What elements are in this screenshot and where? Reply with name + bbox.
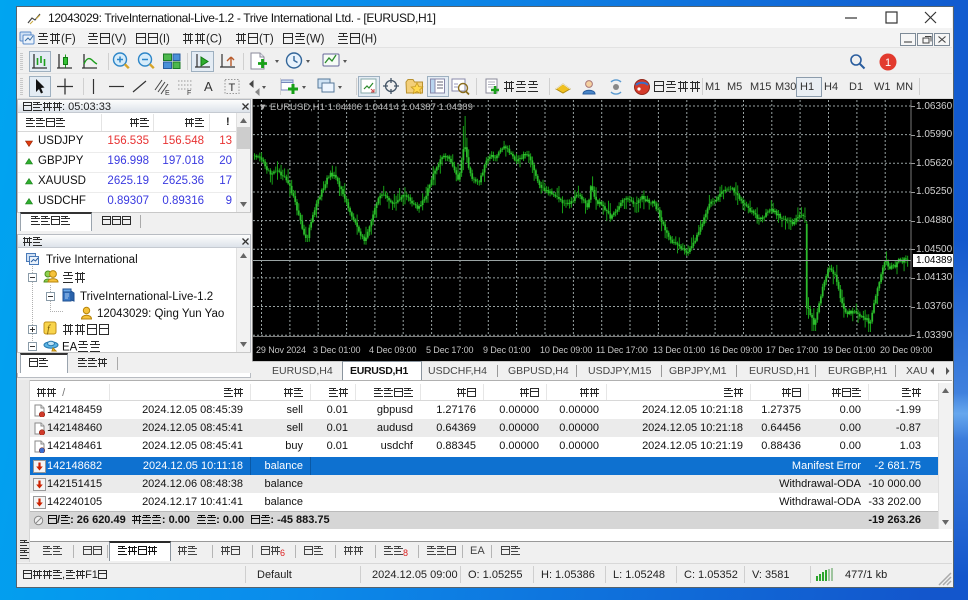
svg-text:F: F (187, 90, 191, 97)
svg-text:T: T (229, 82, 236, 94)
svg-text:A: A (204, 79, 213, 94)
svg-text:1: 1 (885, 57, 891, 69)
svg-text:E: E (165, 90, 170, 97)
